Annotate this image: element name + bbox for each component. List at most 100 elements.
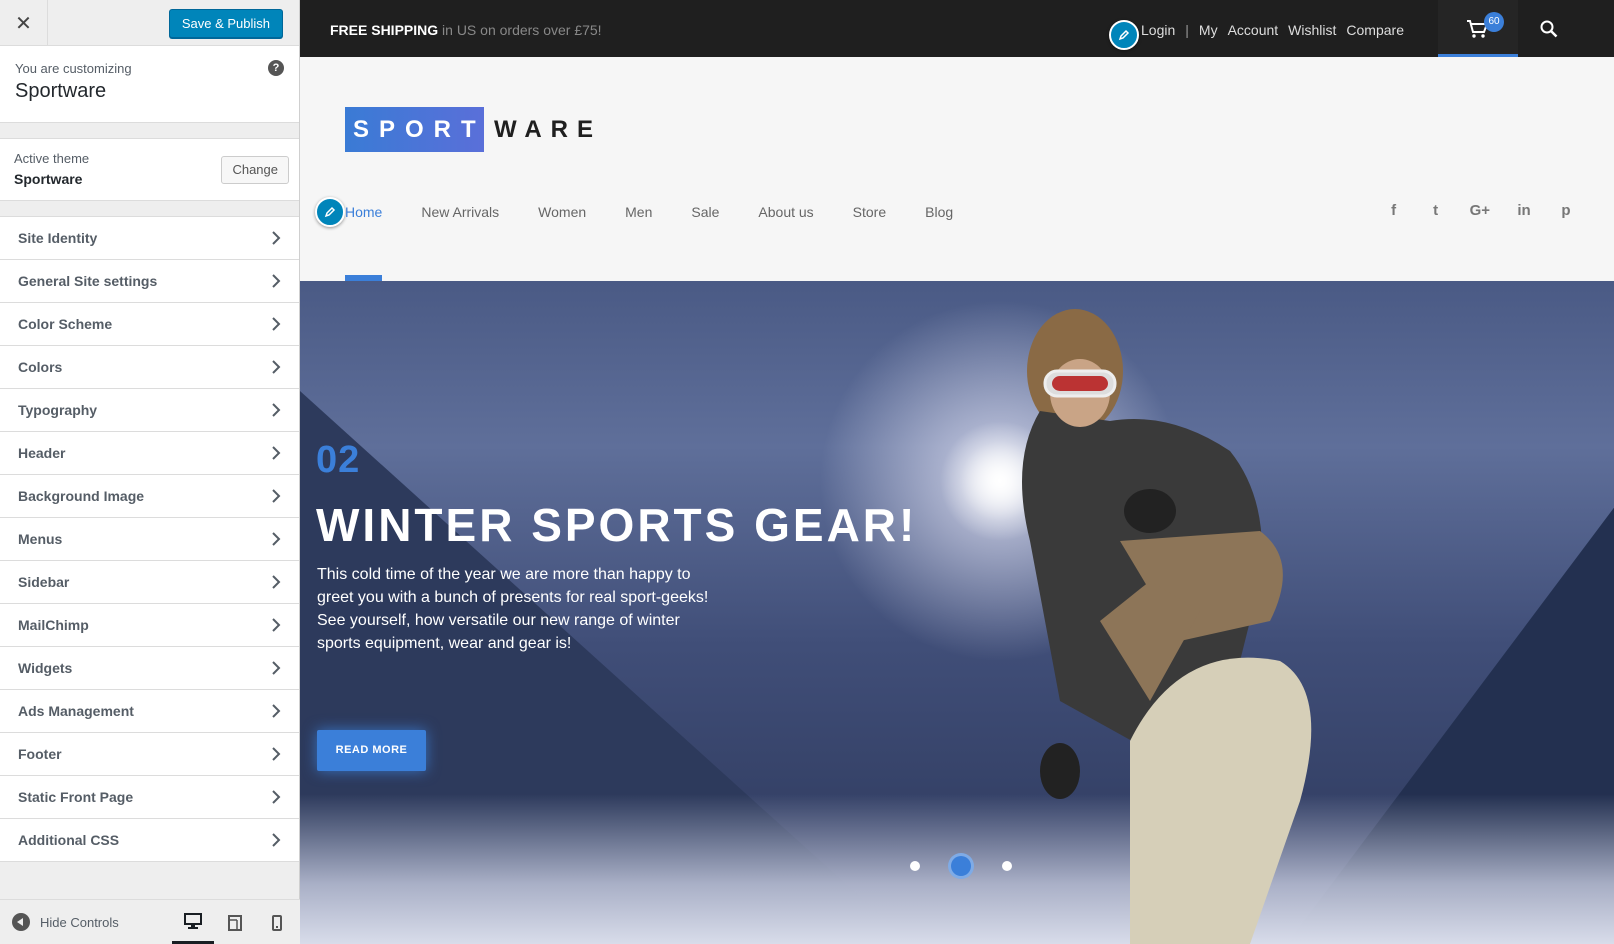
slide-description: This cold time of the year we are more t…	[317, 563, 717, 655]
customizer-section-label: Color Scheme	[18, 316, 113, 332]
customizer-section-item[interactable]: Header	[0, 432, 299, 475]
chevron-right-icon	[272, 489, 281, 503]
top-bar: FREE SHIPPING in US on orders over £75! …	[300, 0, 1614, 57]
desktop-preview-icon[interactable]	[172, 900, 214, 944]
customizer-section-label: MailChimp	[18, 617, 89, 633]
chevron-right-icon	[272, 704, 281, 718]
customizer-section-item[interactable]: Ads Management	[0, 690, 299, 733]
customizer-section-item[interactable]: Color Scheme	[0, 303, 299, 346]
customizer-section-item[interactable]: MailChimp	[0, 604, 299, 647]
customizing-info: You are customizing Sportware ?	[0, 46, 299, 123]
customizer-section-label: Footer	[18, 746, 62, 762]
slide-title: WINTER SPORTS GEAR!	[316, 499, 918, 551]
logo-part-1: SPORT	[345, 107, 484, 152]
customizer-footer: Hide Controls	[0, 899, 300, 944]
customizer-section-label: Sidebar	[18, 574, 70, 590]
nav-item[interactable]: Home	[345, 204, 382, 220]
chevron-right-icon	[272, 618, 281, 632]
slider-dots	[910, 853, 1012, 879]
chevron-right-icon	[272, 661, 281, 675]
customizing-subtitle: You are customizing	[15, 61, 132, 76]
snowboarder-image	[1022, 309, 1312, 944]
chevron-right-icon	[272, 274, 281, 288]
my-link[interactable]: My	[1199, 22, 1218, 38]
customizer-section-label: General Site settings	[18, 273, 158, 289]
edit-menu-pencil-icon[interactable]	[315, 197, 345, 227]
site-title: Sportware	[15, 80, 107, 102]
customizer-section-item[interactable]: Site Identity	[0, 217, 299, 260]
main-navigation: Home New Arrivals Women Men Sale About us Stor…	[345, 204, 953, 220]
customizer-section-label: Menus	[18, 531, 63, 547]
nav-item[interactable]: About us	[758, 204, 813, 220]
logo-part-2: WARE	[494, 115, 602, 143]
customizer-section-label: Site Identity	[18, 230, 98, 246]
customizer-section-item[interactable]: Additional CSS	[0, 819, 299, 862]
nav-item[interactable]: Women	[538, 204, 586, 220]
customizer-section-item[interactable]: Footer	[0, 733, 299, 776]
chevron-right-icon	[272, 446, 281, 460]
linkedin-icon[interactable]: in	[1516, 202, 1532, 219]
shipping-notice: FREE SHIPPING in US on orders over £75!	[330, 22, 602, 38]
customizer-section-item[interactable]: General Site settings	[0, 260, 299, 303]
hide-controls-label: Hide Controls	[40, 914, 119, 930]
slider-dot[interactable]	[948, 853, 974, 879]
customizer-section-label: Typography	[18, 402, 98, 418]
cart-count-badge: 60	[1484, 12, 1504, 32]
change-theme-button[interactable]: Change	[221, 156, 289, 184]
customizer-sections: Site Identity General Site settings Color …	[0, 216, 299, 862]
customizer-section-item[interactable]: Static Front Page	[0, 776, 299, 819]
hide-controls-button[interactable]: Hide Controls	[12, 913, 119, 931]
shipping-bold: FREE SHIPPING	[330, 22, 439, 38]
customizer-section-label: Header	[18, 445, 66, 461]
slide-number: 02	[316, 439, 361, 481]
twitter-icon[interactable]: t	[1428, 202, 1444, 219]
close-icon[interactable]: ✕	[0, 0, 48, 46]
customizer-section-item[interactable]: Typography	[0, 389, 299, 432]
customizer-section-item[interactable]: Menus	[0, 518, 299, 561]
chevron-right-icon	[272, 833, 281, 847]
account-link[interactable]: Account	[1228, 22, 1279, 38]
customizer-header: ✕ Save & Publish	[0, 0, 299, 46]
chevron-right-icon	[272, 403, 281, 417]
customizer-section-item[interactable]: Sidebar	[0, 561, 299, 604]
compare-link[interactable]: Compare	[1346, 22, 1404, 38]
slider-dot[interactable]	[910, 861, 920, 871]
shipping-rest: in US on orders over £75!	[438, 22, 602, 38]
facebook-icon[interactable]: f	[1386, 202, 1402, 219]
google-plus-icon[interactable]: G+	[1470, 202, 1490, 219]
cart-button[interactable]: 60	[1438, 0, 1518, 57]
active-theme-panel: Active theme Sportware Change	[0, 138, 299, 201]
mobile-preview-icon[interactable]	[256, 900, 298, 944]
site-preview: FREE SHIPPING in US on orders over £75! …	[300, 0, 1614, 944]
slider-dot[interactable]	[1002, 861, 1012, 871]
read-more-button[interactable]: READ MORE	[317, 730, 426, 771]
hero-slider: 02 WINTER SPORTS GEAR! This cold time of…	[300, 281, 1614, 944]
customizer-section-item[interactable]: Colors	[0, 346, 299, 389]
customizer-section-label: Static Front Page	[18, 789, 134, 805]
customizer-section-label: Colors	[18, 359, 63, 375]
nav-item[interactable]: Store	[853, 204, 886, 220]
tablet-preview-icon[interactable]	[214, 900, 256, 944]
pinterest-icon[interactable]: p	[1558, 202, 1574, 219]
separator: |	[1185, 22, 1189, 38]
nav-item[interactable]: New Arrivals	[421, 204, 499, 220]
help-icon[interactable]: ?	[268, 60, 284, 76]
login-link[interactable]: Login	[1141, 22, 1175, 38]
chevron-right-icon	[272, 317, 281, 331]
customizer-section-item[interactable]: Widgets	[0, 647, 299, 690]
customizer-section-label: Additional CSS	[18, 832, 120, 848]
save-publish-button[interactable]: Save & Publish	[168, 9, 283, 38]
collapse-arrow-icon	[12, 913, 30, 931]
chevron-right-icon	[272, 575, 281, 589]
site-header: SPORT WARE Home New Arrivals Women Men Sale A…	[300, 57, 1614, 281]
wishlist-link[interactable]: Wishlist	[1288, 22, 1336, 38]
nav-item[interactable]: Sale	[691, 204, 719, 220]
nav-item[interactable]: Men	[625, 204, 652, 220]
social-links: f t G+ in p	[1386, 202, 1574, 219]
nav-item[interactable]: Blog	[925, 204, 953, 220]
site-logo[interactable]: SPORT WARE	[345, 107, 602, 152]
customizer-section-item[interactable]: Background Image	[0, 475, 299, 518]
customizer-section-label: Ads Management	[18, 703, 134, 719]
search-icon[interactable]	[1540, 20, 1558, 43]
edit-shortcut-pencil-icon[interactable]	[1109, 20, 1139, 50]
